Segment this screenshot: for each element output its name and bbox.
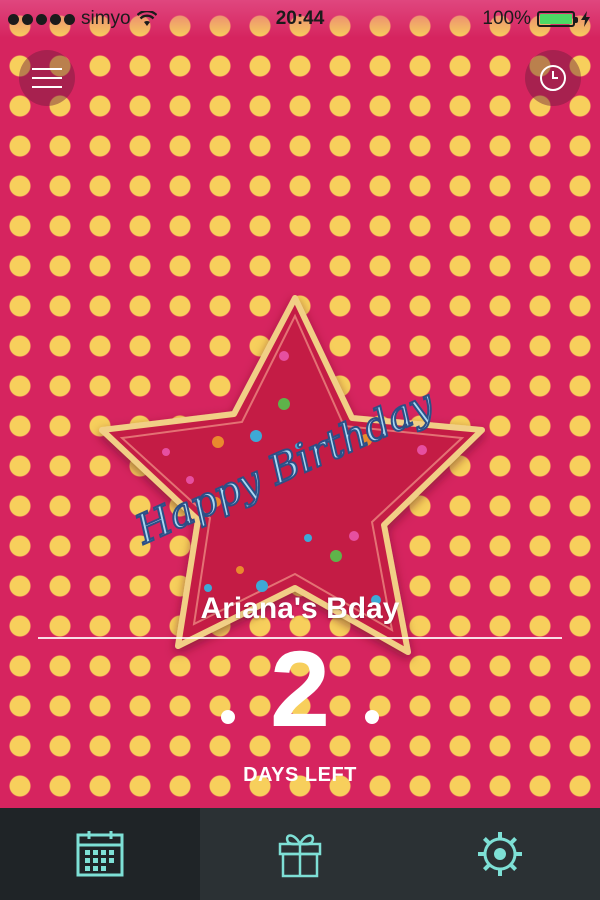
event-name: Ariana's Bday xyxy=(200,592,400,625)
menu-button[interactable] xyxy=(19,50,75,106)
gift-icon xyxy=(278,834,322,878)
gear-icon xyxy=(478,832,522,876)
days-count: 2 xyxy=(269,628,331,749)
charging-bolt-icon xyxy=(581,11,590,27)
battery-icon xyxy=(537,11,578,27)
hamburger-menu-icon xyxy=(32,68,62,88)
days-left-label: DAYS LEFT xyxy=(243,764,357,786)
tab-calendar[interactable] xyxy=(0,808,200,900)
history-button[interactable] xyxy=(525,50,581,106)
tab-bar xyxy=(0,808,600,900)
calendar-icon xyxy=(76,831,124,877)
tab-gifts[interactable] xyxy=(200,808,400,900)
status-bar: simyo 20:44 100% xyxy=(0,0,600,38)
status-right: 100% xyxy=(482,8,590,30)
tab-settings[interactable] xyxy=(400,808,600,900)
clock-icon xyxy=(540,65,566,91)
count-dot-right xyxy=(365,710,379,724)
battery-fill xyxy=(540,14,572,24)
battery-percent: 100% xyxy=(482,8,531,29)
